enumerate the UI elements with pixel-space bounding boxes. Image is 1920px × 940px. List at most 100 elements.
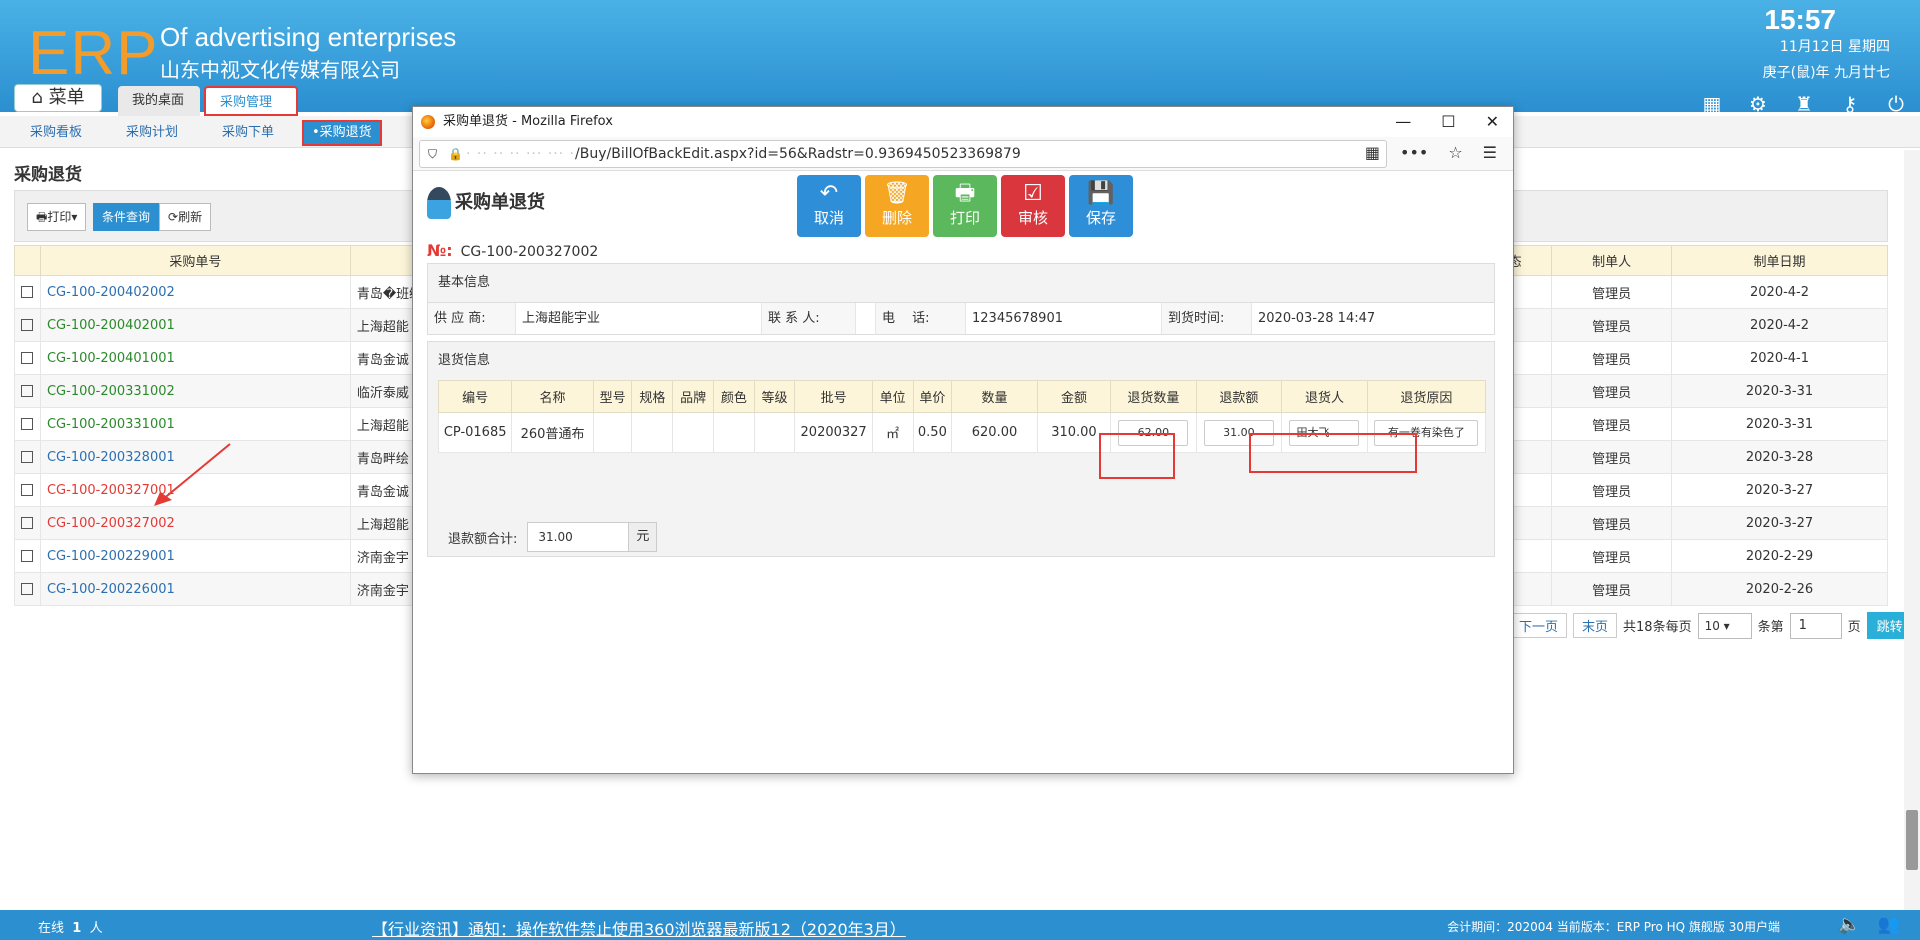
maker-cell: 管理员 [1551, 374, 1673, 408]
check-square-icon: ☑ [1023, 181, 1043, 206]
row-checkbox[interactable] [21, 550, 33, 562]
print-button[interactable]: 🖶 打印 [933, 175, 997, 237]
delete-button[interactable]: 🗑 删除 [865, 175, 929, 237]
per-page-select[interactable]: 10 ▾ [1697, 612, 1752, 639]
basic-info-row: 供 应 商: 上海超能宇业 联 系 人: 电 话: 12345678901 到货… [428, 302, 1494, 334]
total-count: 共18条每页 [1623, 620, 1692, 635]
tab-label: 采购管理 [220, 95, 273, 110]
delete-label: 删除 [881, 209, 912, 227]
return-info-title: 退货信息 [438, 353, 491, 368]
order-no-link[interactable]: CG-100-200402001 [47, 318, 175, 333]
order-no-link[interactable]: CG-100-200327002 [47, 516, 175, 531]
minimize-icon[interactable]: — [1395, 107, 1411, 137]
maker-cell: 管理员 [1551, 341, 1673, 375]
row-checkbox[interactable] [21, 352, 33, 364]
row-checkbox[interactable] [21, 319, 33, 331]
floppy-icon: 💾 [1087, 181, 1115, 206]
refund-total-row: 退款额合计: 31.00 元 [448, 522, 658, 552]
layout-icon[interactable]: ▦ [1700, 92, 1724, 116]
page-scrollbar[interactable] [1904, 150, 1920, 910]
hamburger-menu-icon[interactable]: ☰ [1483, 143, 1497, 162]
subnav-purchase-plan[interactable]: 采购计划 [126, 122, 178, 144]
save-button[interactable]: 💾 保存 [1069, 175, 1133, 237]
row-checkbox-cell [14, 275, 41, 309]
page-input[interactable]: 1 [1789, 612, 1842, 639]
news-link[interactable]: 【行业资讯】通知：操作软件禁止使用360浏览器最新版12（2020年3月） [372, 916, 906, 940]
next-page-button[interactable]: 下一页 [1510, 613, 1568, 638]
item-brand [672, 412, 714, 453]
accounting-period: 会计期间：202004 当前版本：ERP Pro HQ 旗舰版 30用户端 [1447, 920, 1780, 934]
shirt-icon[interactable]: ♜ [1792, 92, 1816, 116]
row-checkbox[interactable] [21, 484, 33, 496]
row-checkbox-cell [14, 473, 41, 507]
subnav-purchase-order[interactable]: 采购下单 [222, 122, 274, 144]
row-checkbox-cell [14, 374, 41, 408]
order-no-link[interactable]: CG-100-200229001 [47, 549, 175, 564]
row-checkbox-cell [14, 572, 41, 606]
return-header-cell: 单价 [912, 380, 953, 413]
order-no-link[interactable]: CG-100-200226001 [47, 582, 175, 597]
item-unit: ㎡ [871, 412, 914, 453]
last-page-button[interactable]: 末页 [1573, 613, 1618, 638]
gear-icon[interactable]: ⚙ [1746, 92, 1770, 116]
row-checkbox[interactable] [21, 286, 33, 298]
order-no-link[interactable]: CG-100-200331001 [47, 417, 175, 432]
menu-button[interactable]: ⌂ 菜单 [14, 84, 102, 112]
order-no-cell: CG-100-200401001 [39, 341, 351, 375]
key-icon[interactable]: ⚷ [1838, 92, 1862, 116]
audit-button[interactable]: ☑ 审核 [1001, 175, 1065, 237]
power-icon[interactable]: ⏻ [1884, 92, 1908, 116]
row-checkbox[interactable] [21, 451, 33, 463]
phone-value: 12345678901 [966, 303, 1162, 334]
print-label: 打印 [47, 210, 72, 224]
qr-code-icon[interactable]: ▦ [1365, 143, 1380, 162]
url-path: /Buy/BillOfBackEdit.aspx?id=56&Radstr=0.… [575, 146, 1021, 162]
order-no-link[interactable]: CG-100-200331002 [47, 384, 175, 399]
arrival-label: 到货时间: [1162, 303, 1252, 334]
insecure-lock-icon[interactable]: 🔒 [448, 141, 463, 167]
doc-no-value: CG-100-200327002 [460, 244, 599, 260]
order-no-link[interactable]: CG-100-200401001 [47, 351, 175, 366]
item-spec [631, 412, 674, 453]
company-name-en: Of advertising enterprises [160, 22, 457, 52]
close-icon[interactable]: ✕ [1486, 107, 1499, 137]
row-checkbox[interactable] [21, 517, 33, 529]
cancel-button[interactable]: ↶ 取消 [797, 175, 861, 237]
document-heading: 采购单退货 [427, 187, 545, 219]
order-no-link[interactable]: CG-100-200402002 [47, 285, 175, 300]
more-icon[interactable]: ••• [1400, 143, 1428, 162]
date-cell: 2020-3-31 [1671, 407, 1888, 441]
date-cell: 2020-3-27 [1671, 473, 1888, 507]
item-name: 260普通布 [511, 412, 594, 453]
refund-total-input[interactable]: 31.00 [527, 522, 630, 552]
print-button[interactable]: 🖶打印▾ [27, 203, 87, 231]
return-header-cell: 等级 [753, 380, 796, 413]
page-unit: 条第 [1757, 620, 1784, 635]
return-header-row: 编号 名称 型号 规格 品牌 颜色 等级 批号 单位 单价 数量 金额 退货数量 退款额 退货人 退货原因 [437, 380, 1487, 413]
users-icon[interactable]: 👥 [1878, 914, 1900, 935]
star-icon[interactable]: ☆ [1448, 143, 1462, 162]
tab-my-desktop[interactable]: 我的桌面 [118, 86, 200, 116]
tab-purchase-management[interactable]: 采购管理× [204, 86, 298, 140]
date-cell: 2020-3-28 [1671, 440, 1888, 474]
shield-icon[interactable]: ⛉ [428, 141, 437, 167]
online-label: 在线 [38, 921, 65, 936]
subnav-purchase-board[interactable]: 采购看板 [30, 122, 82, 144]
search-button[interactable]: 条件查询 [93, 203, 160, 231]
audit-label: 审核 [1017, 209, 1048, 227]
subnav-purchase-return[interactable]: •采购退货 [302, 120, 382, 146]
row-checkbox[interactable] [21, 385, 33, 397]
speaker-icon[interactable]: 🔈 [1838, 914, 1860, 935]
maker-cell: 管理员 [1551, 308, 1673, 342]
url-input[interactable]: ⛉ 🔒 · ·· ·· ·· ··· ··· ·/Buy/BillOfBackE… [419, 140, 1387, 168]
page-title: 采购退货 [14, 165, 82, 185]
row-checkbox-cell [14, 440, 41, 474]
clock-time: 15:57 [1764, 4, 1836, 35]
refresh-button[interactable]: ⟳刷新 [159, 203, 212, 231]
row-checkbox[interactable] [21, 418, 33, 430]
row-checkbox-cell [14, 506, 41, 540]
maximize-icon[interactable]: ☐ [1441, 107, 1455, 137]
cancel-label: 取消 [813, 209, 844, 227]
row-checkbox[interactable] [21, 583, 33, 595]
scroll-thumb[interactable] [1906, 810, 1918, 870]
